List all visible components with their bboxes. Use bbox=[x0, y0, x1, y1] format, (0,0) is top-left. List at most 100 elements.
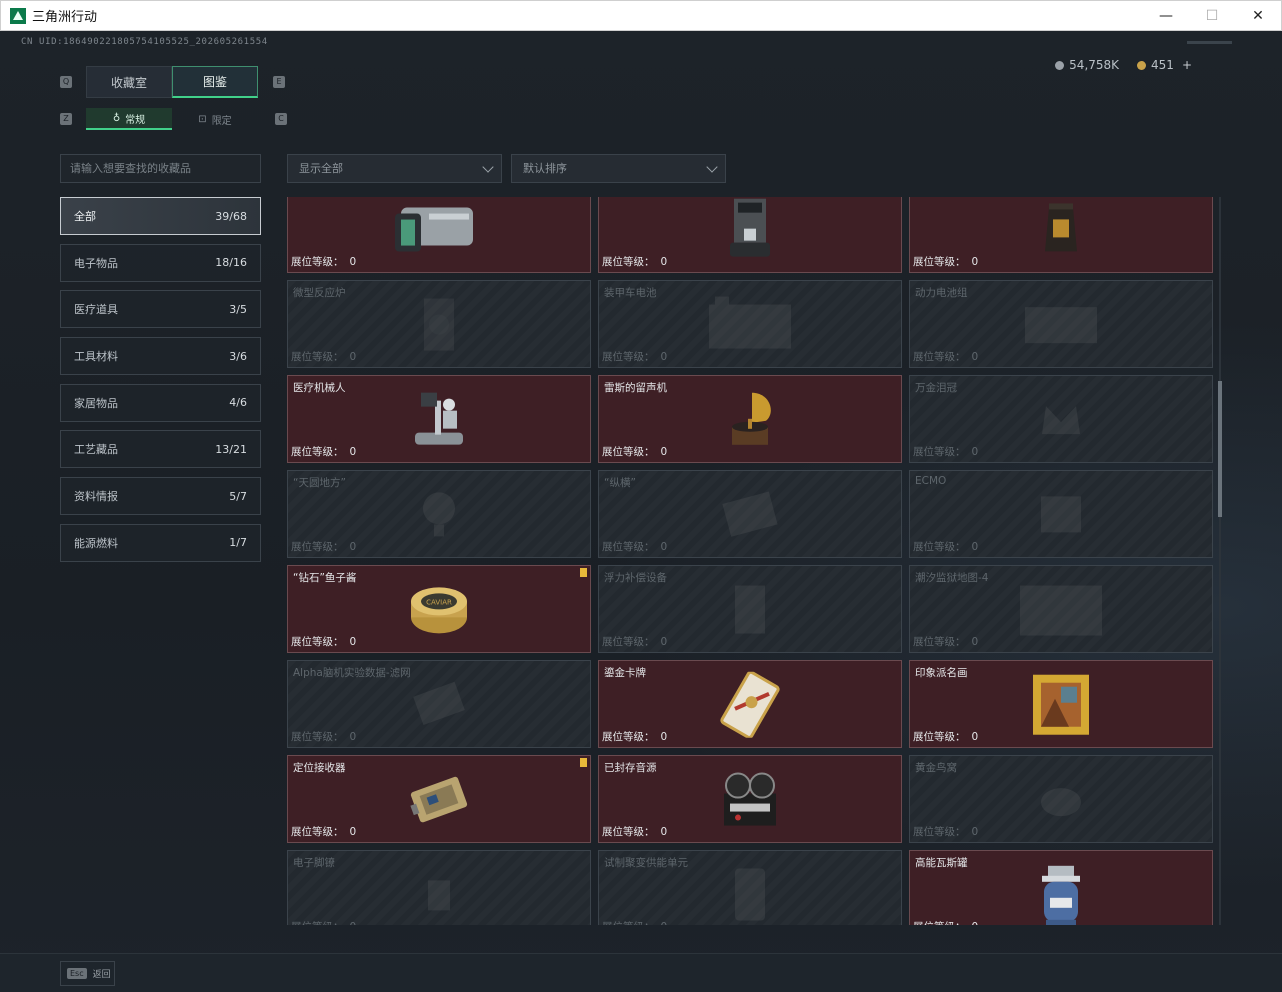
booth-level-value: 0 bbox=[971, 541, 979, 553]
maximize-button[interactable]: ☐ bbox=[1189, 1, 1235, 31]
subtab-limited[interactable]: ⊡ 限定 bbox=[172, 108, 258, 130]
booth-level-value: 0 bbox=[972, 921, 979, 925]
ecmo-icon bbox=[1031, 486, 1091, 546]
collection-card[interactable]: 展位等级： 0 bbox=[909, 197, 1213, 273]
collection-card[interactable]: 万金泪冠 展位等级： 0 bbox=[909, 375, 1213, 463]
collection-card[interactable]: 高能瓦斯罐展位等级： 0 bbox=[909, 850, 1213, 925]
collection-card[interactable]: Alpha脑机实验数据-滤网 展位等级： 0 bbox=[287, 660, 591, 748]
category-item[interactable]: 工具材料 3/6 bbox=[60, 337, 261, 376]
booth-level: 展位等级： 0 bbox=[291, 919, 356, 925]
collection-card[interactable]: 装甲车电池 展位等级： 0 bbox=[598, 280, 902, 368]
sub-tabs: ♁ 常规 ⊡ 限定 bbox=[86, 108, 258, 130]
sort-dropdown[interactable]: 默认排序 bbox=[511, 154, 726, 183]
esc-key-hint: Esc bbox=[67, 968, 87, 979]
close-button[interactable]: ✕ bbox=[1235, 1, 1281, 31]
regular-icon: ♁ bbox=[112, 112, 121, 124]
booth-level-value: 0 bbox=[660, 731, 668, 743]
show-filter-value: 显示全部 bbox=[299, 162, 343, 175]
chevron-down-icon bbox=[706, 161, 718, 173]
subtab-regular[interactable]: ♁ 常规 bbox=[86, 108, 172, 130]
scrollbar-track[interactable] bbox=[1219, 197, 1221, 925]
booth-level-label: 展位等级： bbox=[602, 636, 655, 648]
minimize-button[interactable]: — bbox=[1143, 1, 1189, 31]
collection-card[interactable]: 电子脚镣展位等级： 0 bbox=[287, 850, 591, 925]
category-item[interactable]: 工艺藏品 13/21 bbox=[60, 430, 261, 469]
search-input[interactable]: 请输入想要查找的收藏品 bbox=[60, 154, 261, 183]
category-item[interactable]: 医疗道具 3/5 bbox=[60, 290, 261, 329]
show-filter-dropdown[interactable]: 显示全部 bbox=[287, 154, 502, 183]
booth-level: 展位等级： 0 bbox=[291, 824, 356, 839]
item-name: “纵横” bbox=[604, 477, 636, 489]
booth-level-value: 0 bbox=[661, 921, 668, 925]
shackle-icon bbox=[414, 866, 464, 925]
coffee-bag-icon bbox=[1041, 201, 1081, 261]
golden-card-icon bbox=[715, 670, 785, 742]
item-name: 已封存音源 bbox=[604, 762, 657, 774]
collection-card[interactable]: 浮力补偿设备 展位等级： 0 bbox=[598, 565, 902, 653]
collection-card[interactable]: 黄金鸟窝 展位等级： 0 bbox=[909, 755, 1213, 843]
booth-level-label: 展位等级： bbox=[602, 731, 655, 743]
window-title: 三角洲行动 bbox=[32, 10, 98, 25]
collection-card[interactable]: “天圆地方” 展位等级： 0 bbox=[287, 470, 591, 558]
nest-icon bbox=[1036, 774, 1086, 828]
category-count: 18/16 bbox=[215, 256, 247, 270]
category-label: 工艺藏品 bbox=[74, 443, 118, 457]
collection-grid-viewport[interactable]: 展位等级： 0 展位等级： 0 展位等级： 0 微型反应炉 展位等级： 0 装甲车电池 展位等级： 0… bbox=[287, 197, 1214, 925]
booth-level-label: 展位等级： bbox=[602, 541, 655, 553]
subtab-prev-key-hint[interactable]: Z bbox=[60, 113, 72, 125]
item-name: 雷斯的留声机 bbox=[604, 382, 667, 394]
scrollbar-thumb[interactable] bbox=[1218, 381, 1222, 517]
collection-card[interactable]: 动力电池组 展位等级： 0 bbox=[909, 280, 1213, 368]
medical-robot-icon bbox=[409, 389, 469, 455]
booth-level-label: 展位等级： bbox=[913, 636, 966, 648]
booth-level-value: 0 bbox=[971, 351, 979, 363]
silver-currency: 54,758K bbox=[1055, 58, 1119, 72]
booth-level-value: 0 bbox=[349, 351, 357, 363]
category-item[interactable]: 家居物品 4/6 bbox=[60, 383, 261, 422]
collection-card[interactable]: 鎏金卡牌展位等级： 0 bbox=[598, 660, 902, 748]
collection-card[interactable]: “纵横” 展位等级： 0 bbox=[598, 470, 902, 558]
collection-card[interactable]: ECMO 展位等级： 0 bbox=[909, 470, 1213, 558]
category-item[interactable]: 能源燃料 1/7 bbox=[60, 523, 261, 562]
category-count: 5/7 bbox=[229, 489, 247, 503]
collection-card[interactable]: 展位等级： 0 bbox=[287, 197, 591, 273]
receiver-icon bbox=[406, 770, 472, 834]
item-name: 电子脚镣 bbox=[293, 857, 335, 869]
category-item[interactable]: 全部 39/68 bbox=[60, 197, 261, 235]
booth-level-value: 0 bbox=[349, 826, 357, 838]
booth-level-label: 展位等级： bbox=[291, 921, 344, 925]
tab-catalog[interactable]: 图鉴 bbox=[172, 66, 258, 98]
collection-card[interactable]: 试制聚变供能单元展位等级： 0 bbox=[598, 850, 902, 925]
collection-card[interactable]: 定位接收器 展位等级： 0 bbox=[287, 755, 591, 843]
subtab-next-key-hint[interactable]: C bbox=[275, 113, 287, 125]
booth-level-value: 0 bbox=[660, 826, 668, 838]
coffee-machine-icon bbox=[720, 198, 780, 265]
collection-card[interactable]: 印象派名画 展位等级： 0 bbox=[909, 660, 1213, 748]
category-item[interactable]: 电子物品 18/16 bbox=[60, 243, 261, 282]
server-unit-icon bbox=[389, 200, 489, 264]
collection-card[interactable]: “钻石”鱼子酱 CAVIAR 展位等级： 0 bbox=[287, 565, 591, 653]
tab-collection-room[interactable]: 收藏室 bbox=[86, 66, 172, 98]
collection-card[interactable]: 微型反应炉 展位等级： 0 bbox=[287, 280, 591, 368]
back-button[interactable]: Esc 返回 bbox=[60, 961, 115, 986]
booth-level-label: 展位等级： bbox=[602, 921, 655, 925]
silver-amount: 54,758K bbox=[1069, 58, 1120, 72]
booth-level: 展位等级： 0 bbox=[913, 919, 978, 925]
collection-card[interactable]: 医疗机械人 展位等级： 0 bbox=[287, 375, 591, 463]
category-count: 39/68 bbox=[215, 209, 247, 223]
tab-prev-key-hint[interactable]: Q bbox=[60, 76, 72, 88]
back-label: 返回 bbox=[92, 970, 111, 980]
booth-level-value: 0 bbox=[349, 731, 357, 743]
collection-card[interactable]: 雷斯的留声机 展位等级： 0 bbox=[598, 375, 902, 463]
tab-next-key-hint[interactable]: E bbox=[273, 76, 285, 88]
category-item[interactable]: 资料情报 5/7 bbox=[60, 477, 261, 516]
collection-card[interactable]: 潮汐监狱地图-4 展位等级： 0 bbox=[909, 565, 1213, 653]
category-label: 全部 bbox=[74, 210, 96, 223]
painting-icon bbox=[1031, 673, 1091, 741]
collection-card[interactable]: 已封存音源 展位等级： 0 bbox=[598, 755, 902, 843]
add-currency-button[interactable]: + bbox=[1182, 58, 1192, 72]
collection-card[interactable]: 展位等级： 0 bbox=[598, 197, 902, 273]
booth-level-label: 展位等级： bbox=[291, 351, 344, 363]
booth-level-label: 展位等级： bbox=[291, 446, 344, 458]
item-name: 鎏金卡牌 bbox=[604, 667, 646, 679]
